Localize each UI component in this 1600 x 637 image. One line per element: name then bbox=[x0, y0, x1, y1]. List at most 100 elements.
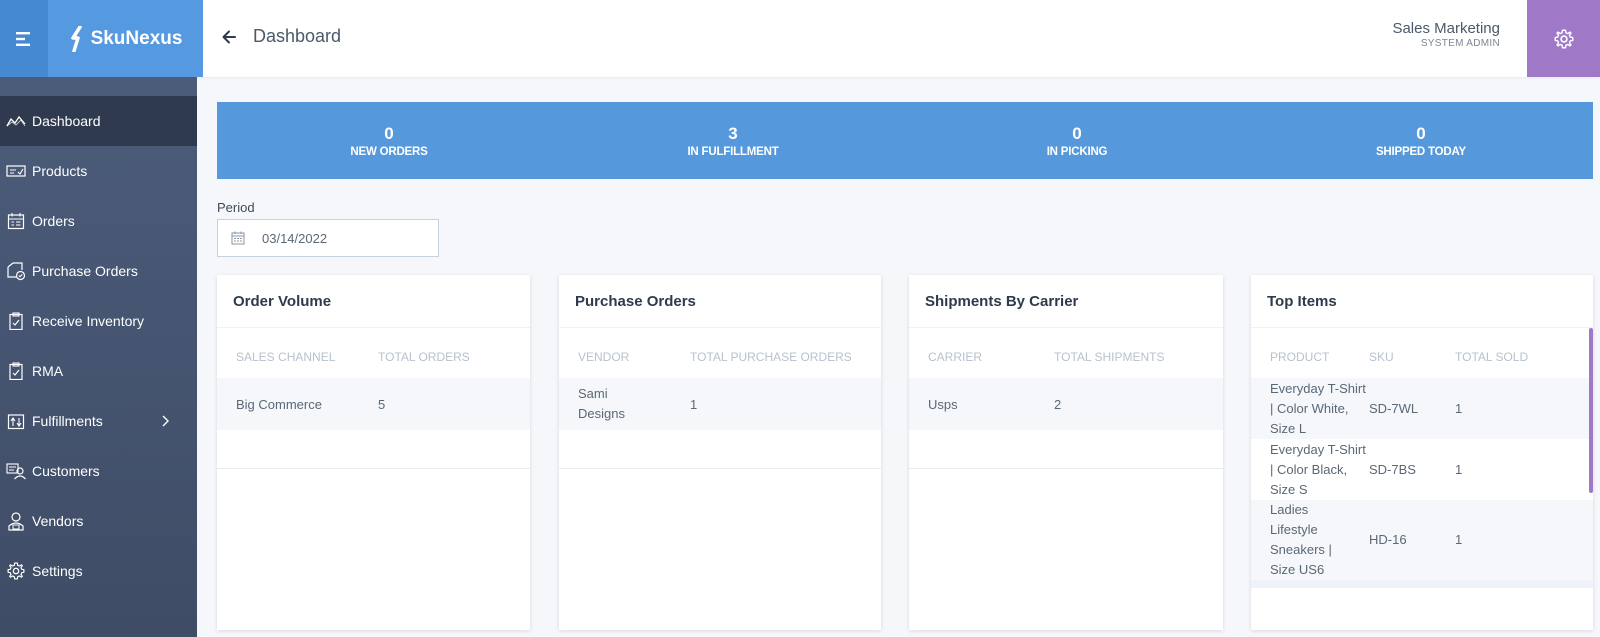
shipments-by-carrier-card: Shipments By Carrier CARRIER TOTAL SHIPM… bbox=[909, 275, 1223, 630]
column-header[interactable]: TOTAL ORDERS bbox=[378, 350, 470, 364]
table-header: PRODUCT SKU TOTAL SOLD bbox=[1251, 328, 1593, 378]
sidebar-item-label: Products bbox=[32, 163, 88, 179]
sidebar-item-label: Fulfillments bbox=[32, 413, 103, 429]
scrollbar[interactable] bbox=[1589, 328, 1593, 493]
table-cell: HD-16 bbox=[1369, 532, 1407, 547]
page-title: Dashboard bbox=[253, 26, 342, 46]
sidebar-item-label: Dashboard bbox=[32, 113, 101, 129]
sidebar-item-orders[interactable]: Orders bbox=[0, 196, 197, 246]
stat-shipped-today[interactable]: 0 SHIPPED TODAY bbox=[1249, 102, 1593, 179]
hamburger-icon bbox=[16, 31, 30, 46]
sidebar-item-rma[interactable]: RMA bbox=[0, 346, 197, 396]
table-cell: SD-7WL bbox=[1369, 400, 1419, 416]
table-header: CARRIER TOTAL SHIPMENTS bbox=[909, 328, 1223, 378]
purchase-order-icon bbox=[6, 261, 26, 281]
clipboard-return-icon bbox=[6, 361, 26, 381]
table-row[interactable]: Everyday T-Shirt | Color Black, Size S S… bbox=[1251, 439, 1593, 500]
table-header: SALES CHANNEL TOTAL ORDERS bbox=[217, 328, 530, 378]
card-divider bbox=[559, 468, 881, 469]
table-cell: Usps bbox=[928, 396, 958, 412]
stat-value: 0 bbox=[1072, 123, 1082, 143]
table-cell: 2 bbox=[1054, 396, 1062, 412]
top-items-card: Top Items PRODUCT SKU TOTAL SOLD Everyda… bbox=[1251, 275, 1593, 630]
sidebar-item-products[interactable]: Products bbox=[0, 146, 197, 196]
column-header[interactable]: PRODUCT bbox=[1251, 350, 1369, 364]
column-header[interactable]: CARRIER bbox=[909, 350, 1054, 364]
table-row[interactable]: Ladies Lifestyle Sneakers | Size US6 HD-… bbox=[1251, 500, 1593, 580]
table-cell: 1 bbox=[1455, 461, 1463, 477]
table-cell: Everyday T-Shirt | Color Black, Size S bbox=[1270, 441, 1366, 497]
period-date-field[interactable] bbox=[217, 219, 439, 257]
period-input[interactable] bbox=[262, 230, 412, 246]
sidebar-item-label: Vendors bbox=[32, 513, 84, 529]
fulfillment-icon bbox=[6, 411, 26, 431]
calendar-list-icon bbox=[6, 211, 26, 231]
table-row[interactable]: Everyday T-Shirt | Color White, Size L S… bbox=[1251, 378, 1593, 439]
stat-value: 0 bbox=[1416, 123, 1426, 143]
table-cell: 1 bbox=[1455, 400, 1463, 416]
settings-button[interactable] bbox=[1527, 0, 1600, 77]
stat-label: SHIPPED TODAY bbox=[1375, 145, 1467, 158]
stat-value: 3 bbox=[728, 123, 738, 143]
table-cell: 1 bbox=[690, 396, 698, 412]
order-volume-card: Order Volume SALES CHANNEL TOTAL ORDERS … bbox=[217, 275, 530, 630]
user-role: SYSTEM ADMIN bbox=[1420, 38, 1500, 49]
top-bar: SkuNexus Dashboard Sales Marketing SYSTE… bbox=[0, 0, 1600, 77]
menu-toggle-button[interactable] bbox=[0, 0, 48, 77]
user-menu[interactable]: Sales Marketing SYSTEM ADMIN bbox=[1392, 20, 1500, 49]
stat-label: IN PICKING bbox=[1046, 145, 1108, 158]
card-title: Shipments By Carrier bbox=[909, 275, 1223, 328]
table-cell: Sami Designs bbox=[578, 386, 625, 421]
stat-in-fulfillment[interactable]: 3 IN FULFILLMENT bbox=[561, 102, 905, 179]
sidebar-item-purchase-orders[interactable]: Purchase Orders bbox=[0, 246, 197, 296]
column-header[interactable]: TOTAL PURCHASE ORDERS bbox=[690, 350, 852, 364]
clipboard-check-icon bbox=[6, 311, 26, 331]
product-tag-icon bbox=[6, 161, 26, 181]
table-row[interactable]: Sami Designs 1 bbox=[559, 378, 881, 430]
column-header[interactable]: TOTAL SHIPMENTS bbox=[1054, 350, 1164, 364]
sidebar-item-dashboard[interactable]: Dashboard bbox=[0, 96, 197, 146]
table-row-partial bbox=[1251, 580, 1593, 588]
sidebar: Dashboard Products Orders Purchase Order… bbox=[0, 77, 197, 637]
sidebar-item-label: Receive Inventory bbox=[32, 313, 145, 329]
column-header[interactable]: TOTAL SOLD bbox=[1455, 350, 1528, 364]
sidebar-item-fulfillments[interactable]: Fulfillments bbox=[0, 396, 197, 446]
skunexus-logo-icon bbox=[70, 25, 82, 52]
sidebar-item-label: Customers bbox=[32, 463, 100, 479]
sidebar-item-label: Orders bbox=[32, 213, 75, 229]
table-cell: 1 bbox=[1455, 532, 1463, 547]
sidebar-item-customers[interactable]: Customers bbox=[0, 446, 197, 496]
table-cell: SD-7BS bbox=[1369, 461, 1416, 477]
sidebar-item-receive-inventory[interactable]: Receive Inventory bbox=[0, 296, 197, 346]
table-cell: 5 bbox=[378, 396, 386, 412]
stat-label: NEW ORDERS bbox=[350, 145, 428, 158]
gear-icon bbox=[1554, 29, 1573, 48]
customers-icon bbox=[6, 461, 26, 481]
sidebar-item-label: Settings bbox=[32, 563, 83, 579]
table-cell: Big Commerce bbox=[236, 396, 322, 412]
column-header[interactable]: SALES CHANNEL bbox=[217, 350, 378, 364]
stat-new-orders[interactable]: 0 NEW ORDERS bbox=[217, 102, 561, 179]
table-row[interactable]: Usps 2 bbox=[909, 378, 1223, 430]
sidebar-item-label: Purchase Orders bbox=[32, 263, 138, 279]
stat-in-picking[interactable]: 0 IN PICKING bbox=[905, 102, 1249, 179]
card-divider bbox=[217, 468, 530, 469]
sidebar-item-settings[interactable]: Settings bbox=[0, 546, 197, 596]
column-header[interactable]: VENDOR bbox=[559, 350, 690, 364]
stat-label: IN FULFILLMENT bbox=[687, 145, 779, 158]
back-button[interactable] bbox=[222, 27, 242, 47]
card-title: Order Volume bbox=[217, 275, 530, 328]
user-name: Sales Marketing bbox=[1392, 20, 1500, 37]
sidebar-item-vendors[interactable]: Vendors bbox=[0, 496, 197, 546]
calendar-icon bbox=[231, 231, 245, 245]
vendor-icon bbox=[6, 511, 26, 531]
table-cell: Everyday T-Shirt | Color White, Size L bbox=[1270, 380, 1366, 436]
brand-name: SkuNexus bbox=[90, 27, 183, 49]
table-header: VENDOR TOTAL PURCHASE ORDERS bbox=[559, 328, 881, 378]
table-row[interactable]: Big Commerce 5 bbox=[217, 378, 530, 430]
column-header[interactable]: SKU bbox=[1369, 350, 1455, 364]
chevron-right-icon bbox=[161, 414, 169, 430]
sidebar-item-label: RMA bbox=[32, 363, 64, 379]
stats-band: 0 NEW ORDERS 3 IN FULFILLMENT 0 IN PICKI… bbox=[217, 102, 1593, 179]
brand-logo[interactable]: SkuNexus bbox=[48, 0, 203, 77]
